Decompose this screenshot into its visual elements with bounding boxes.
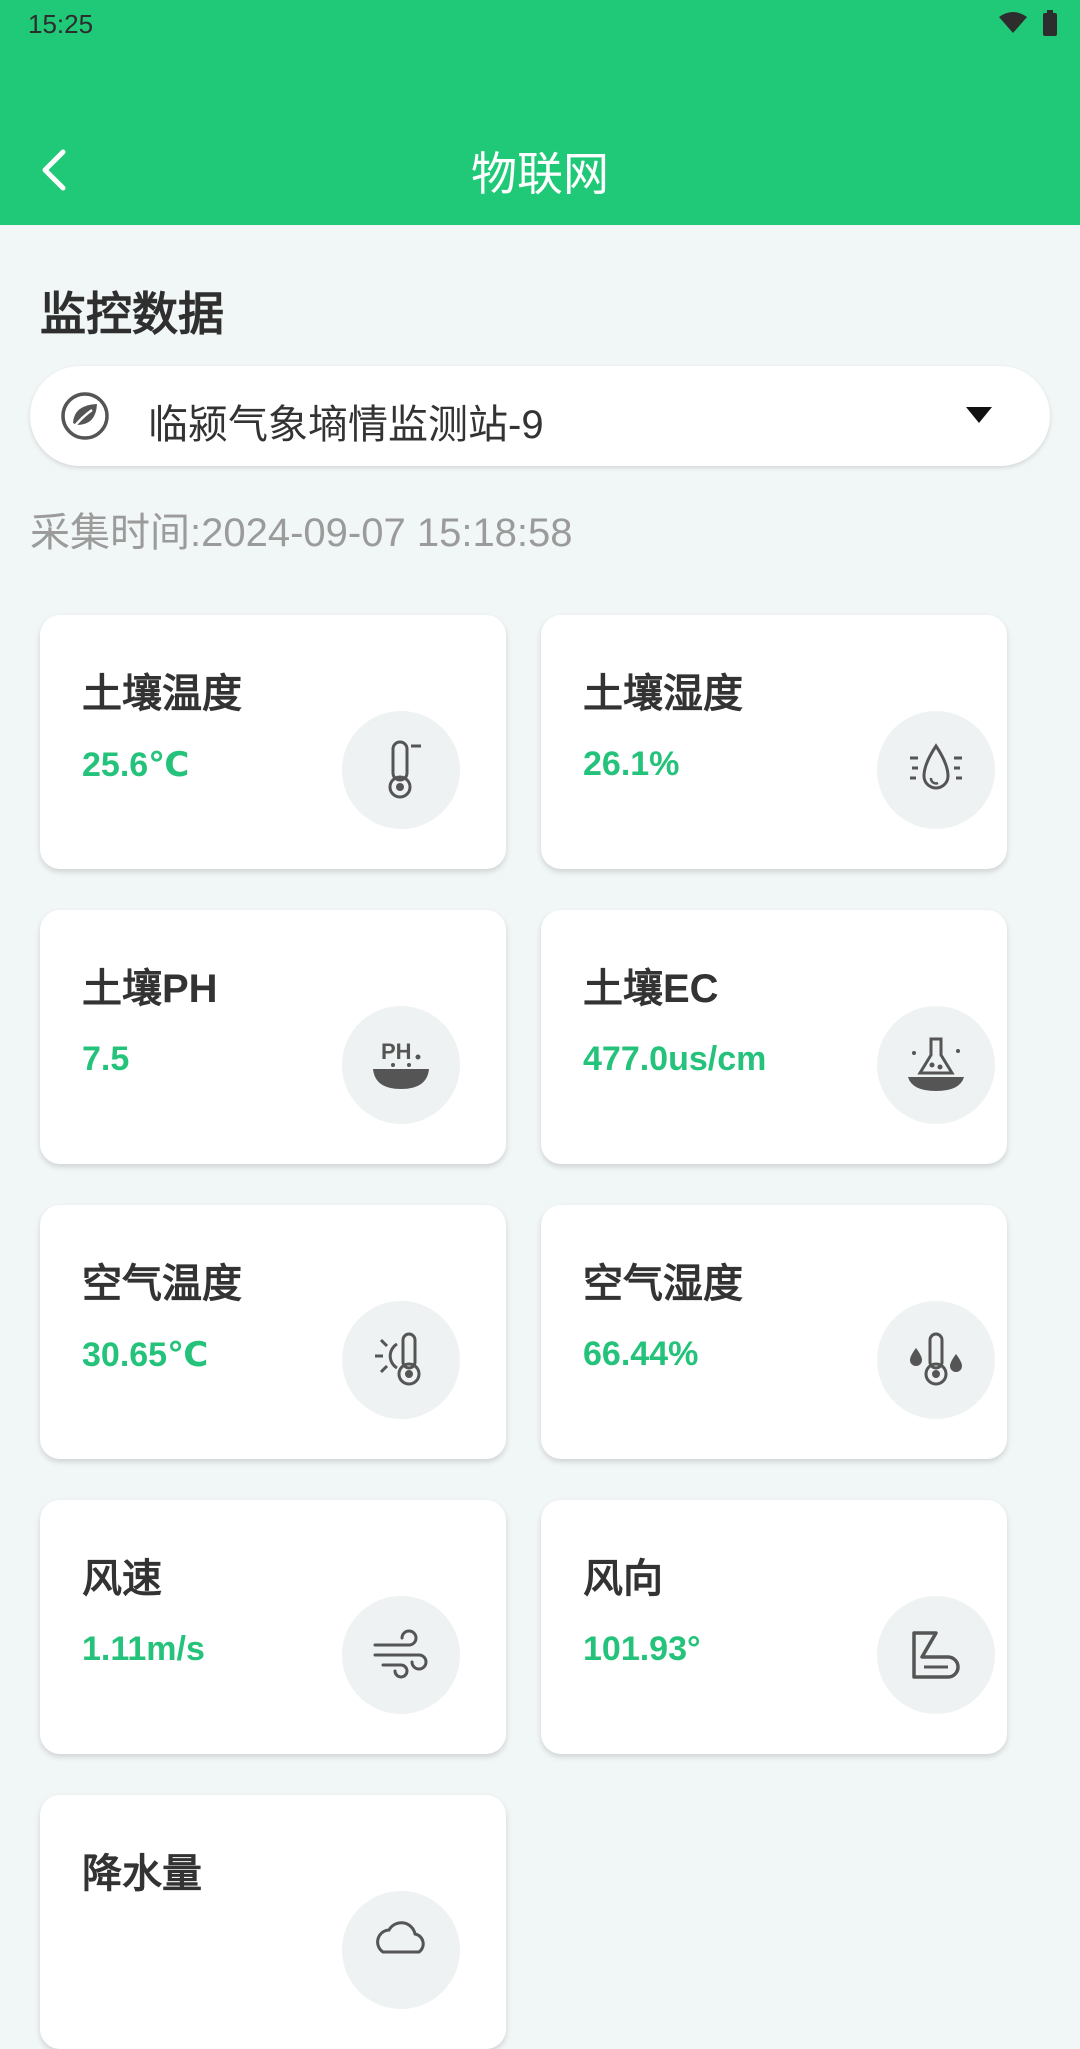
wifi-icon — [999, 12, 1027, 33]
metric-label: 风向 — [583, 1557, 663, 1601]
metric-value: 477.0us/cm — [583, 1040, 767, 1078]
metric-card-soil-ph[interactable]: 土壤PH 7.5 PH — [40, 910, 506, 1164]
caret-down-icon — [966, 407, 992, 423]
svg-text:PH: PH — [381, 1039, 412, 1064]
metric-value: 26.1% — [583, 745, 680, 783]
metric-label: 空气温度 — [82, 1262, 242, 1306]
metric-card-air-temperature[interactable]: 空气温度 30.65℃ — [40, 1205, 506, 1459]
station-select[interactable]: 临颍气象墒情监测站-9 — [30, 366, 1050, 466]
metric-value: 7.5 — [82, 1040, 130, 1078]
metric-card-wind-speed[interactable]: 风速 1.11m/s — [40, 1500, 506, 1754]
metric-label: 土壤EC — [583, 967, 719, 1011]
metric-card-wind-direction[interactable]: 风向 101.93° — [541, 1500, 1007, 1754]
flask-icon — [877, 1006, 995, 1124]
metric-value: 101.93° — [583, 1630, 701, 1668]
metric-card-air-humidity[interactable]: 空气湿度 66.44% — [541, 1205, 1007, 1459]
status-bar: 15:25 — [0, 0, 1080, 50]
metric-card-soil-temperature[interactable]: 土壤温度 25.6℃ — [40, 615, 506, 869]
metric-value: 25.6℃ — [82, 746, 190, 784]
page-title: 物联网 — [471, 148, 609, 200]
status-time: 15:25 — [28, 9, 94, 39]
metric-label: 土壤湿度 — [583, 672, 743, 716]
metric-value: 30.65℃ — [82, 1336, 209, 1374]
sun-thermometer-icon — [342, 1301, 460, 1419]
collect-time: 采集时间:2024-09-07 15:18:58 — [30, 511, 573, 555]
metric-label: 空气湿度 — [583, 1262, 743, 1306]
metric-label: 风速 — [82, 1557, 162, 1601]
metric-card-soil-ec[interactable]: 土壤EC 477.0us/cm — [541, 910, 1007, 1164]
wind-icon — [342, 1596, 460, 1714]
ph-icon: PH — [342, 1006, 460, 1124]
metric-label: 土壤PH — [82, 967, 218, 1011]
thermometer-icon — [342, 711, 460, 829]
battery-icon — [1043, 10, 1057, 36]
metric-label: 降水量 — [82, 1852, 202, 1896]
metric-label: 土壤温度 — [82, 672, 242, 716]
station-name: 临颍气象墒情监测站-9 — [148, 403, 544, 447]
app-bar: 物联网 — [0, 50, 1080, 225]
leaf-icon — [61, 392, 109, 440]
metric-value: 1.11m/s — [82, 1630, 205, 1668]
water-drop-icon — [877, 711, 995, 829]
metric-value: 66.44% — [583, 1335, 699, 1373]
section-title: 监控数据 — [40, 288, 224, 340]
rain-icon — [342, 1891, 460, 2009]
metric-card-soil-humidity[interactable]: 土壤湿度 26.1% — [541, 615, 1007, 869]
status-icons — [998, 10, 1058, 36]
wind-direction-icon — [877, 1596, 995, 1714]
drops-thermometer-icon — [877, 1301, 995, 1419]
metric-card-precipitation[interactable]: 降水量 — [40, 1795, 506, 2049]
